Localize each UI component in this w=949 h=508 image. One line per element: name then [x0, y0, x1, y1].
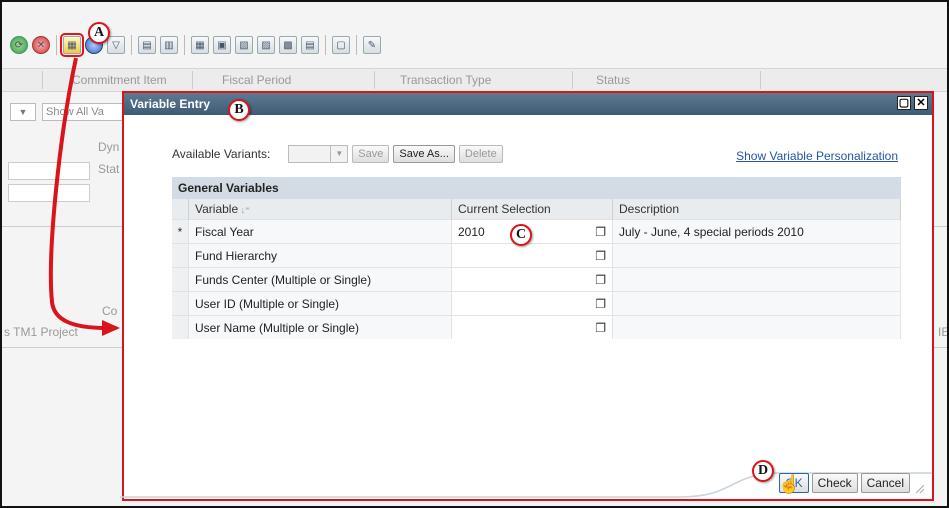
show-variable-personalization-link[interactable]: Show Variable Personalization	[736, 149, 898, 163]
section-title: General Variables	[172, 177, 901, 199]
mandatory-marker	[172, 243, 189, 268]
current-selection-input[interactable]: ❐	[451, 315, 613, 339]
cancel-button[interactable]: Cancel	[860, 473, 910, 493]
current-selection-input[interactable]: ❐	[451, 267, 613, 292]
mandatory-marker	[172, 315, 189, 339]
value-help-icon[interactable]: ❐	[595, 249, 606, 263]
dialog-title: Variable Entry	[130, 97, 211, 111]
mandatory-marker	[172, 267, 189, 292]
save-as-button[interactable]: Save As...	[393, 145, 455, 163]
close-icon[interactable]: ✕	[914, 96, 928, 110]
current-selection-input[interactable]: 2010 ❐	[451, 219, 613, 244]
value-help-icon[interactable]: ❐	[595, 297, 606, 311]
variables-table: Variable ↓⁼ Current Selection Descriptio…	[172, 199, 901, 339]
mandatory-marker: *	[172, 219, 189, 244]
hand-cursor-icon: ☝	[778, 474, 801, 494]
table-row: Funds Center (Multiple or Single) ❐	[172, 267, 901, 292]
application-window: ⟳ ✕ ▦ ▽ ▤ ▥ ▦ ▣ ▧ ▨ ▩ ▤ ▢ ✎ Commitment I…	[0, 0, 949, 508]
variants-bar: Available Variants: ▼ Save Save As... De…	[172, 145, 503, 163]
variants-select[interactable]: ▼	[288, 145, 349, 163]
check-button[interactable]: Check	[811, 473, 858, 493]
variable-name: Fiscal Year	[188, 219, 452, 244]
variable-name: User ID (Multiple or Single)	[188, 291, 452, 316]
variable-description	[612, 267, 901, 292]
header-cell-marker	[172, 199, 189, 220]
variable-entry-dialog: Variable Entry ▢ ✕ Available Variants: ▼…	[120, 91, 934, 501]
callout-a: A	[88, 22, 110, 44]
table-row: Fund Hierarchy ❐	[172, 243, 901, 268]
variable-name: Fund Hierarchy	[188, 243, 452, 268]
variable-name: Funds Center (Multiple or Single)	[188, 267, 452, 292]
header-current-selection[interactable]: Current Selection	[451, 199, 613, 220]
value-help-icon[interactable]: ❐	[595, 225, 606, 239]
value-help-icon[interactable]: ❐	[595, 321, 606, 335]
variable-name: User Name (Multiple or Single)	[188, 315, 452, 339]
current-selection-input[interactable]: ❐	[451, 243, 613, 268]
header-variable[interactable]: Variable ↓⁼	[188, 199, 452, 220]
variable-description	[612, 291, 901, 316]
header-description[interactable]: Description	[612, 199, 901, 220]
current-selection-input[interactable]: ❐	[451, 291, 613, 316]
callout-c: C	[510, 224, 532, 246]
delete-button[interactable]: Delete	[458, 145, 503, 163]
table-row: User Name (Multiple or Single) ❐	[172, 315, 901, 339]
mandatory-marker	[172, 291, 189, 316]
value-help-icon[interactable]: ❐	[595, 273, 606, 287]
save-button[interactable]: Save	[352, 145, 390, 163]
variable-description	[612, 315, 901, 339]
table-row: User ID (Multiple or Single) ❐	[172, 291, 901, 316]
variable-description: July - June, 4 special periods 2010	[612, 219, 901, 244]
callout-d: D	[752, 460, 774, 482]
variable-description	[612, 243, 901, 268]
maximize-icon[interactable]: ▢	[897, 96, 911, 110]
variants-label: Available Variants:	[172, 147, 271, 161]
general-variables-section: General Variables Variable ↓⁼ Current Se…	[172, 177, 901, 339]
chevron-down-icon[interactable]: ▼	[330, 146, 347, 162]
table-row: * Fiscal Year 2010 ❐ July - June, 4 speci…	[172, 219, 901, 244]
table-header-row: Variable ↓⁼ Current Selection Descriptio…	[172, 199, 901, 220]
callout-b: B	[228, 99, 250, 121]
